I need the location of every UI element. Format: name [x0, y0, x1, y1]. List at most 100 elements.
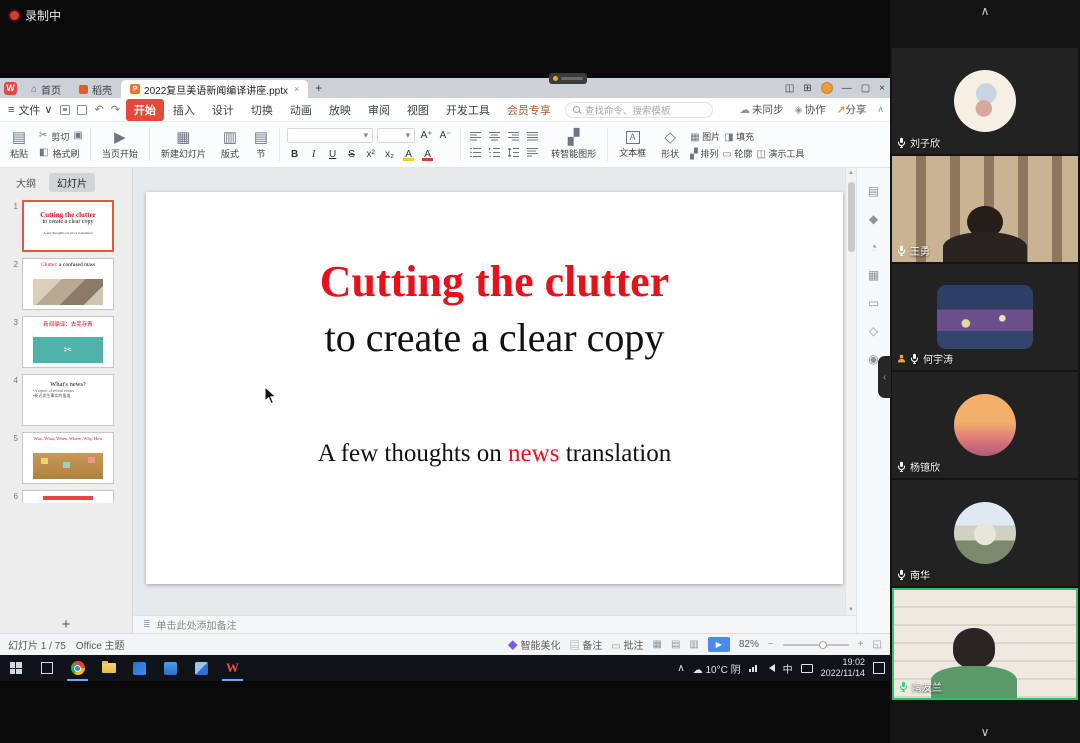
- slide-thumbnail-1[interactable]: 1 Cutting the clutter to create a clear …: [0, 197, 132, 255]
- cut-button[interactable]: ✂剪切▣: [39, 130, 83, 143]
- zoom-level[interactable]: 82%: [739, 639, 759, 650]
- participant-tile[interactable]: 王勇: [892, 156, 1078, 262]
- slide-subtitle[interactable]: to create a clear copy: [146, 314, 843, 361]
- taskbar-file-explorer[interactable]: [93, 655, 124, 681]
- italic-button[interactable]: I: [306, 147, 321, 161]
- design-pane-icon[interactable]: ▦: [868, 268, 879, 282]
- add-slide-button[interactable]: +: [62, 617, 71, 632]
- fit-slide-button[interactable]: ◱: [873, 639, 882, 650]
- apps-grid-icon[interactable]: ⊞: [803, 83, 811, 94]
- slide-thumbnail-3[interactable]: 3 新闻编译：去芜存菁 ✂: [0, 313, 132, 371]
- redo-icon[interactable]: ↷: [111, 103, 120, 116]
- tray-expand-icon[interactable]: ∧: [677, 663, 684, 674]
- section-button[interactable]: ▤ 节: [250, 125, 272, 164]
- network-icon[interactable]: [749, 665, 757, 672]
- participants-scroll-down[interactable]: ∨: [890, 721, 1080, 743]
- keyboard-icon[interactable]: [801, 664, 813, 673]
- shapes-button[interactable]: ◇ 形状: [657, 125, 683, 164]
- animation-pane-icon[interactable]: ◔: [870, 240, 877, 254]
- shape-pane-icon[interactable]: ◇: [869, 324, 878, 338]
- align-center-icon[interactable]: [487, 131, 502, 143]
- slide-sorter-view-icon[interactable]: ▤: [671, 639, 680, 650]
- save-icon[interactable]: [60, 105, 70, 115]
- picture-button[interactable]: ▦ 图片: [690, 130, 720, 143]
- zoom-slider-knob[interactable]: [819, 641, 827, 649]
- minimize-button[interactable]: —: [842, 83, 852, 94]
- copy-icon[interactable]: ▣: [73, 131, 82, 141]
- screen-share-indicator[interactable]: [549, 73, 587, 84]
- paste-button[interactable]: ▤ 粘贴: [6, 125, 32, 164]
- taskbar-chrome[interactable]: [62, 655, 93, 681]
- format-painter-button[interactable]: ◧格式刷: [39, 147, 83, 160]
- theme-name[interactable]: Office 主题: [76, 637, 125, 652]
- justify-icon[interactable]: [525, 131, 540, 143]
- action-center-icon[interactable]: [873, 662, 885, 674]
- tab-animation[interactable]: 动画: [282, 99, 320, 121]
- comment-pane-icon[interactable]: ▭: [868, 296, 879, 310]
- distribute-icon[interactable]: [525, 147, 540, 159]
- font-family-select[interactable]: ▾: [287, 128, 373, 143]
- new-slide-button[interactable]: ▦ 新建幻灯片: [157, 125, 210, 164]
- print-icon[interactable]: [77, 105, 87, 115]
- numbered-list-icon[interactable]: [487, 147, 502, 159]
- tab-start[interactable]: 开始: [126, 99, 164, 121]
- close-tab-icon[interactable]: ×: [294, 84, 299, 94]
- taskbar-wps[interactable]: W: [217, 655, 248, 681]
- align-right-icon[interactable]: [506, 131, 521, 143]
- outline-tab[interactable]: 大纲: [8, 173, 44, 192]
- tab-view[interactable]: 视图: [399, 99, 437, 121]
- slides-tab[interactable]: 幻灯片: [49, 173, 95, 192]
- collaborate-button[interactable]: ◈协作: [795, 102, 826, 117]
- participant-tile[interactable]: 南华: [892, 480, 1078, 586]
- tab-slideshow[interactable]: 放映: [321, 99, 359, 121]
- superscript-button[interactable]: x²: [363, 147, 378, 161]
- scroll-down-icon[interactable]: ▼: [848, 607, 854, 613]
- weather-widget[interactable]: ☁ 10°C 阴: [693, 661, 741, 676]
- align-left-icon[interactable]: [468, 131, 483, 143]
- zoom-in-button[interactable]: +: [858, 639, 864, 650]
- wps-logo-icon[interactable]: W: [4, 82, 17, 95]
- tab-document[interactable]: P 2022复旦美语新闻编译讲座.pptx ×: [121, 80, 308, 98]
- outline-button[interactable]: ▭ 轮廓: [722, 147, 752, 160]
- arrange-button[interactable]: ▞ 排列: [690, 147, 718, 160]
- current-slide[interactable]: Cutting the clutter to create a clear co…: [146, 192, 843, 584]
- volume-icon[interactable]: [765, 664, 775, 672]
- account-avatar[interactable]: [821, 82, 833, 94]
- scroll-up-icon[interactable]: ▲: [848, 170, 854, 176]
- start-button[interactable]: [0, 655, 31, 681]
- tab-design[interactable]: 设计: [204, 99, 242, 121]
- task-view-button[interactable]: [31, 655, 62, 681]
- slide-canvas[interactable]: Cutting the clutter to create a clear co…: [133, 168, 856, 615]
- underline-button[interactable]: U: [325, 147, 340, 161]
- taskbar-app-3[interactable]: [186, 655, 217, 681]
- tab-membership[interactable]: 会员专享: [499, 99, 559, 121]
- layout-button[interactable]: ▥ 版式: [217, 125, 243, 164]
- vertical-scrollbar[interactable]: ▲ ▼: [845, 168, 856, 615]
- participant-tile-speaking[interactable]: 陶友兰: [892, 588, 1078, 700]
- new-tab-button[interactable]: +: [308, 81, 329, 95]
- ime-indicator[interactable]: 中: [783, 661, 793, 676]
- zoom-slider[interactable]: [783, 644, 849, 646]
- subscript-button[interactable]: x₂: [382, 147, 397, 161]
- bullet-list-icon[interactable]: [468, 147, 483, 159]
- textbox-button[interactable]: A 文本框: [615, 125, 650, 164]
- file-menu[interactable]: ≡ 文件 ∨: [8, 102, 52, 118]
- normal-view-icon[interactable]: ▦: [652, 639, 661, 650]
- presentation-tools-button[interactable]: ◫ 演示工具: [756, 147, 804, 160]
- grow-font-button[interactable]: A⁺: [419, 129, 434, 143]
- notes-toggle[interactable]: ▤ 备注: [569, 637, 602, 652]
- participant-tile[interactable]: 何宇涛: [892, 264, 1078, 370]
- command-search-input[interactable]: 查找命令、搜索模板: [565, 102, 713, 118]
- slide-tagline[interactable]: A few thoughts on news translation: [146, 440, 843, 468]
- split-view-icon[interactable]: ◫: [785, 83, 794, 94]
- slide-thumbnail-5[interactable]: 5 Who, What, When, Where, Why, How: [0, 429, 132, 487]
- slideshow-play-button[interactable]: ▶: [708, 637, 730, 652]
- zoom-out-button[interactable]: −: [768, 639, 774, 650]
- tab-docer[interactable]: 稻壳: [70, 80, 121, 98]
- participant-tile[interactable]: 杨镱欣: [892, 372, 1078, 478]
- smart-beautify-button[interactable]: ◆ 智能美化: [508, 637, 561, 652]
- play-from-current-button[interactable]: ▶ 当页开始: [98, 125, 142, 164]
- slide-thumbnail-4[interactable]: 4 What's news? •A report of recent event…: [0, 371, 132, 429]
- fill-button[interactable]: ◨ 填充: [724, 130, 754, 143]
- tab-devtools[interactable]: 开发工具: [438, 99, 498, 121]
